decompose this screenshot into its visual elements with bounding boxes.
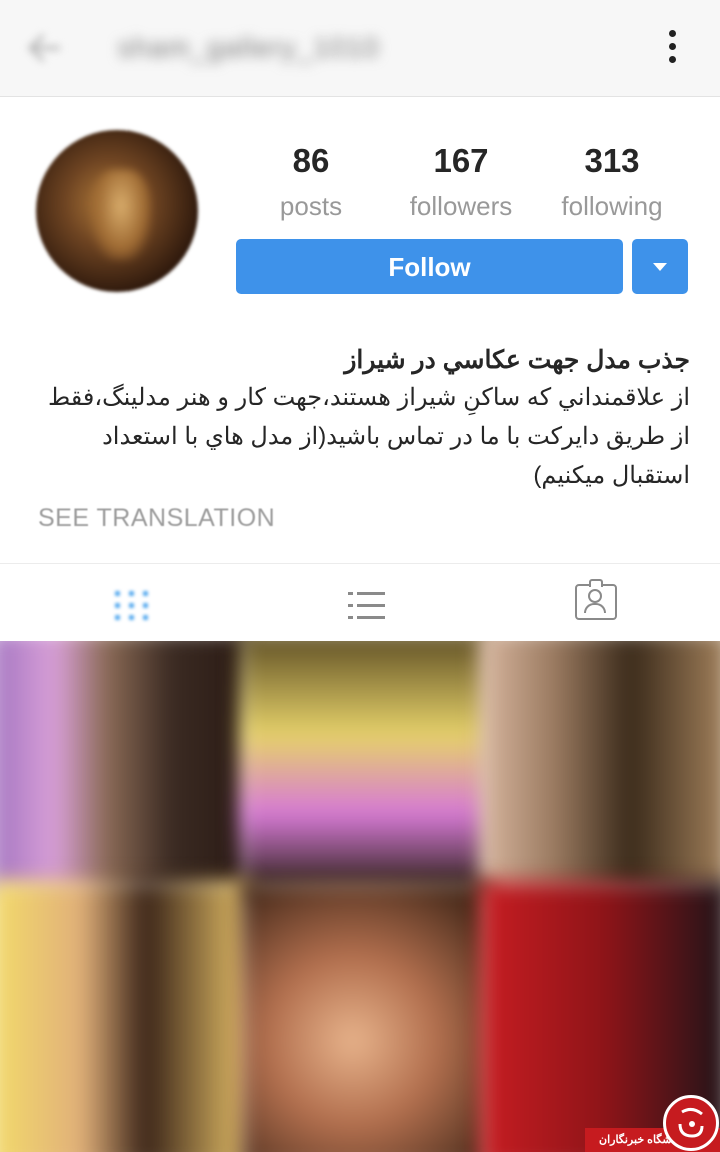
profile-tab-bar <box>0 563 720 642</box>
more-options-icon[interactable] <box>662 26 682 70</box>
profile-username: sham_gallery_1010 <box>118 32 380 63</box>
follow-button[interactable]: Follow <box>236 239 623 294</box>
posts-count: 86 <box>292 142 330 179</box>
back-arrow-icon[interactable] <box>26 28 66 68</box>
bio-text: از علاقمنداني كه ساكنِ شيراز هستند،جهت ك… <box>30 378 690 495</box>
stat-following[interactable]: 313 following <box>537 138 687 228</box>
post-thumbnail[interactable] <box>480 641 720 891</box>
suggested-dropdown-button[interactable] <box>632 239 688 294</box>
grid-icon[interactable] <box>105 576 161 628</box>
posts-label: posts <box>279 191 343 221</box>
tagged-person-icon[interactable] <box>570 576 626 628</box>
stat-followers[interactable]: 167 followers <box>386 138 536 228</box>
bio-line: از علاقمنداني كه ساكنِ شيراز هستند،جهت ك… <box>48 384 690 411</box>
post-thumbnail[interactable] <box>0 641 250 891</box>
followers-label: followers <box>409 191 513 221</box>
top-bar: sham_gallery_1010 <box>0 0 720 97</box>
bio-line: از طريق دايركت با ما در تماس باشيد(از مد… <box>102 423 690 450</box>
following-label: following <box>561 191 663 221</box>
stat-posts[interactable]: 86 posts <box>236 138 386 228</box>
list-icon[interactable] <box>340 576 396 628</box>
post-thumbnail[interactable] <box>0 881 250 1152</box>
posts-grid <box>0 641 720 1152</box>
profile-avatar[interactable] <box>36 130 198 292</box>
see-translation-link[interactable]: SEE TRANSLATION <box>38 500 275 536</box>
following-count: 313 <box>584 142 640 179</box>
post-thumbnail[interactable] <box>240 641 490 891</box>
bio-line: استقبال ميكنيم) <box>533 462 690 489</box>
profile-stats: 86 posts 167 followers 313 following <box>236 138 696 228</box>
watermark-logo-icon <box>663 1095 719 1151</box>
bio-title: جذب مدل جهت عكاسي در شيراز <box>344 346 690 374</box>
post-thumbnail[interactable] <box>240 881 490 1152</box>
followers-count: 167 <box>433 142 489 179</box>
